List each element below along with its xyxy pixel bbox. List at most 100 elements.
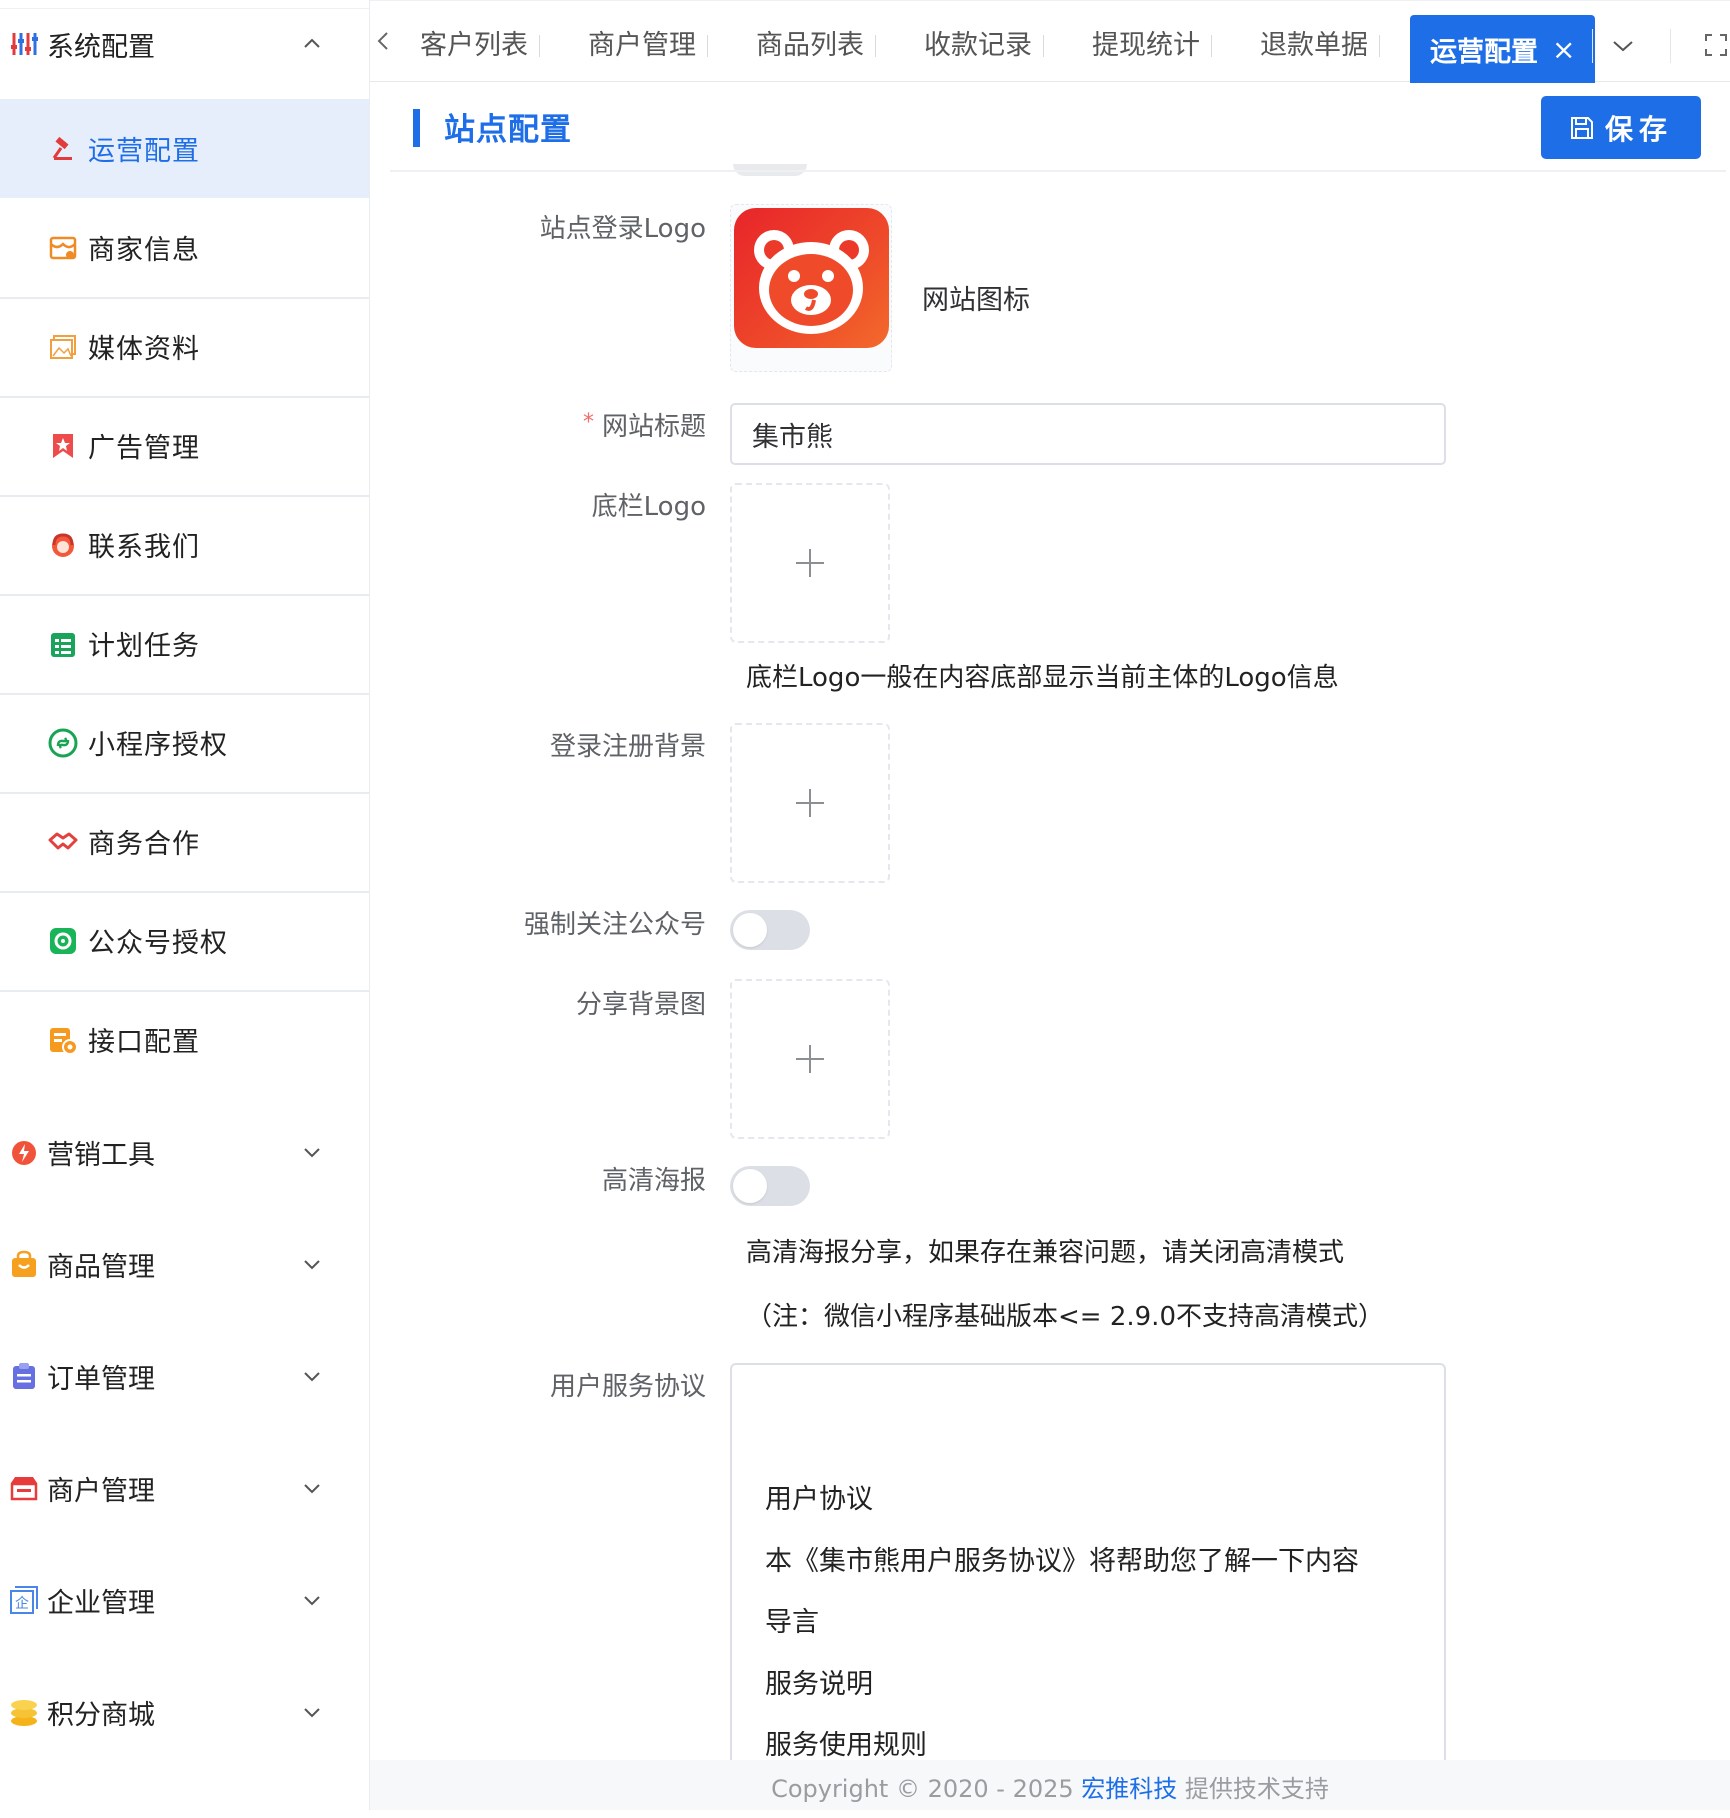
share-bg-upload[interactable] [730, 979, 890, 1139]
login-logo-label: 站点登录Logo [539, 214, 706, 244]
sidebar-item-label: 商家信息 [88, 235, 200, 266]
footer-logo-tip: 底栏Logo一般在内容底部显示当前主体的Logo信息 [746, 663, 1339, 693]
hd-poster-tip: 高清海报分享，如果存在兼容问题，请关闭高清模式 [746, 1238, 1345, 1268]
sidebar-item-label: 公众号授权 [88, 928, 228, 959]
chevron-down-icon [304, 1148, 320, 1158]
clipboard-icon [9, 1361, 39, 1391]
chevron-up-icon [304, 38, 320, 48]
sidebar-item-tasks[interactable]: 计划任务 [0, 594, 369, 695]
plus-icon [796, 789, 824, 817]
sidebar-group-system[interactable]: 系统配置 [0, 4, 369, 84]
tab-payment-records[interactable]: 收款记录 [924, 15, 1044, 69]
chevron-left-icon[interactable] [370, 23, 396, 59]
tab-divider [1211, 35, 1212, 57]
agreement-line: 导言 [765, 1607, 819, 1638]
hd-poster-label: 高清海报 [601, 1166, 706, 1196]
sidebar-item-label: 广告管理 [88, 433, 200, 464]
hd-poster-toggle[interactable] [730, 1166, 810, 1206]
sidebar-item-label: 商务合作 [88, 829, 200, 860]
task-list-icon [48, 629, 78, 659]
section-title: 站点配置 [444, 112, 572, 148]
image-icon [48, 332, 78, 362]
tab-operation-config[interactable]: 运营配置 × [1410, 15, 1596, 83]
agreement-line: 服务说明 [765, 1669, 873, 1700]
save-button[interactable]: 保存 [1541, 96, 1701, 159]
sidebar-item-label: 媒体资料 [88, 334, 200, 365]
tab-withdraw-stats[interactable]: 提现统计 [1092, 15, 1212, 69]
tab-divider [1379, 35, 1380, 57]
sidebar-item-operation-config[interactable]: 运营配置 [0, 99, 369, 198]
sidebar-group-points-mall[interactable]: 积分商城 [0, 1672, 369, 1752]
agreement-label: 用户服务协议 [549, 1372, 706, 1402]
hammer-icon [48, 134, 78, 164]
footer-suffix: 提供技术支持 [1177, 1775, 1329, 1803]
site-title-input[interactable]: 集市熊 [730, 403, 1446, 465]
close-icon[interactable]: × [1552, 33, 1575, 66]
tab-divider [1043, 35, 1044, 57]
share-bg-label: 分享背景图 [575, 990, 706, 1020]
sidebar-item-label: 接口配置 [88, 1027, 200, 1058]
sidebar-group-products[interactable]: 商品管理 [0, 1224, 369, 1304]
tab-refund-docs[interactable]: 退款单据 [1260, 15, 1380, 69]
section-accent-bar [413, 109, 420, 147]
tab-divider [875, 35, 876, 57]
chevron-down-icon [304, 1484, 320, 1494]
login-bg-upload[interactable] [730, 723, 890, 883]
footer-logo-upload[interactable] [730, 483, 890, 643]
bear-logo-image [734, 208, 889, 348]
agreement-editor[interactable]: 用户协议 本《集市熊用户服务协议》将帮助您了解一下内容 导言 服务说明 服务使用… [730, 1363, 1446, 1783]
login-logo-upload[interactable] [730, 204, 892, 372]
sidebar-group-marketing[interactable]: 营销工具 [0, 1112, 369, 1192]
sidebar-item-merchant-info[interactable]: 商家信息 [0, 198, 369, 299]
chevron-down-icon [304, 1260, 320, 1270]
site-title-label: * 网站标题 [582, 410, 706, 442]
chevron-down-icon [304, 1596, 320, 1606]
sidebar-group-enterprise[interactable]: 企 企业管理 [0, 1560, 369, 1640]
sidebar-item-api-config[interactable]: 接口配置 [0, 990, 369, 1089]
headset-icon [48, 530, 78, 560]
tab-customer-list[interactable]: 客户列表 [420, 15, 540, 69]
tab-divider [539, 35, 540, 57]
miniprogram-icon [48, 728, 78, 758]
page-footer: Copyright © 2020 - 2025 宏推科技 提供技术支持 [370, 1760, 1730, 1810]
tab-merchant-management[interactable]: 商户管理 [588, 15, 708, 69]
footer-logo-label: 底栏Logo [591, 492, 706, 522]
sidebar-item-media[interactable]: 媒体资料 [0, 297, 369, 398]
save-icon [1570, 116, 1593, 139]
chevron-down-icon [304, 1708, 320, 1718]
hd-poster-note: （注：微信小程序基础版本<= 2.9.0不支持高清模式） [746, 1302, 1384, 1332]
sidebar-item-business[interactable]: 商务合作 [0, 792, 369, 893]
sidebar-item-label: 运营配置 [88, 136, 200, 167]
divider [390, 170, 1726, 172]
sidebar-group-label: 订单管理 [47, 1363, 155, 1395]
plus-icon [796, 1045, 824, 1073]
footer-brand-link[interactable]: 宏推科技 [1081, 1775, 1177, 1803]
coins-icon [9, 1697, 39, 1727]
chevron-down-icon[interactable] [1602, 25, 1644, 67]
sidebar-item-ads[interactable]: 广告管理 [0, 396, 369, 497]
sidebar-group-label: 商品管理 [47, 1251, 155, 1283]
sidebar-item-miniprogram-auth[interactable]: 小程序授权 [0, 693, 369, 794]
chevron-down-icon [304, 1372, 320, 1382]
tab-product-list[interactable]: 商品列表 [756, 15, 876, 69]
handshake-icon [48, 827, 78, 857]
sidebar-group-label: 企业管理 [47, 1587, 155, 1619]
tab-bar: 客户列表 商户管理 商品列表 收款记录 提现统计 退款单据 运营配置 × [370, 0, 1730, 83]
svg-text:企: 企 [15, 1595, 29, 1612]
required-mark: * [582, 410, 594, 435]
toggle-knob [733, 913, 767, 947]
sidebar-item-label: 联系我们 [88, 532, 200, 563]
force-follow-label: 强制关注公众号 [523, 910, 706, 940]
agreement-line: 用户协议 [765, 1484, 873, 1515]
favicon-caption: 网站图标 [922, 285, 1030, 316]
fullscreen-icon[interactable] [1698, 25, 1730, 65]
sidebar-group-merchants[interactable]: 商户管理 [0, 1448, 369, 1528]
sidebar-item-contact[interactable]: 联系我们 [0, 495, 369, 596]
sliders-icon [9, 29, 39, 59]
agreement-line: 本《集市熊用户服务协议》将帮助您了解一下内容 [765, 1546, 1359, 1577]
sidebar-item-official-account-auth[interactable]: 公众号授权 [0, 891, 369, 992]
sidebar-group-orders[interactable]: 订单管理 [0, 1336, 369, 1416]
sidebar-item-label: 小程序授权 [88, 730, 228, 761]
force-follow-toggle[interactable] [730, 910, 810, 950]
api-config-icon [48, 1025, 78, 1055]
